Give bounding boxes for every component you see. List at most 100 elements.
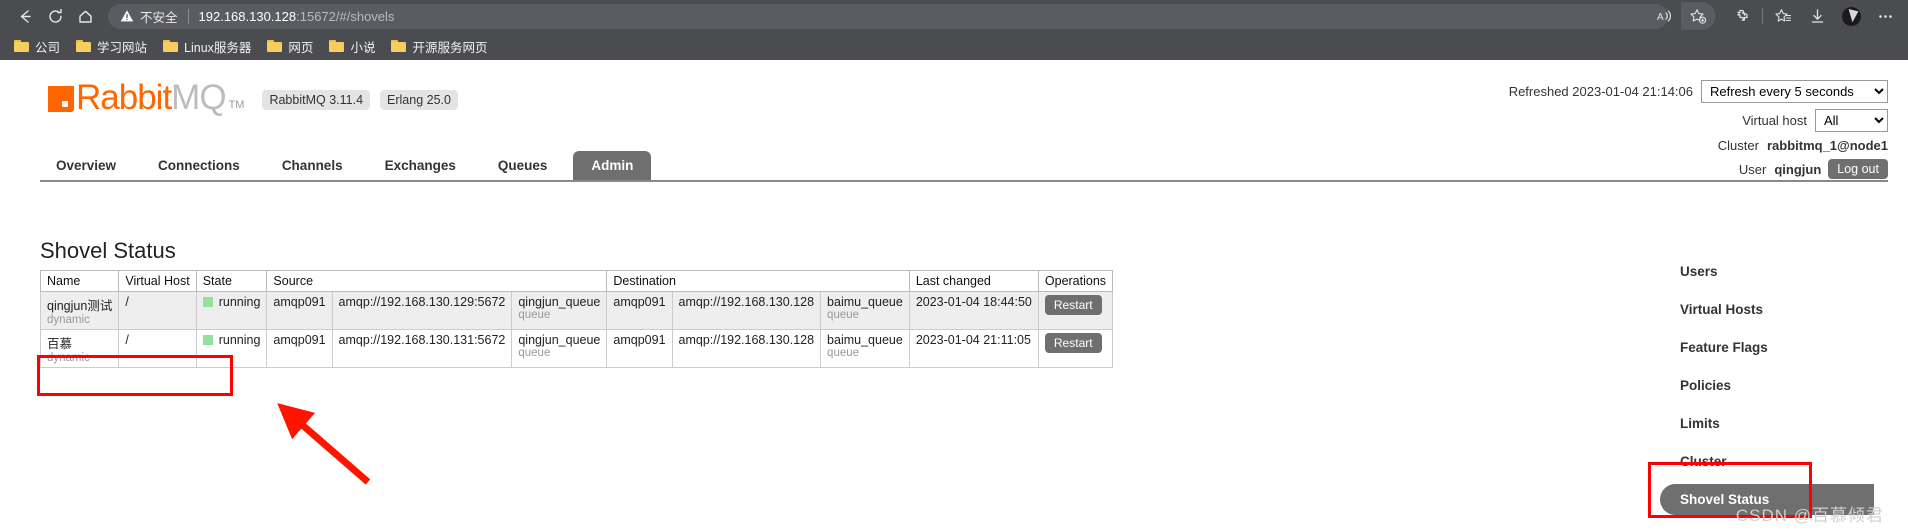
cell-source-queue: qingjun_queue queue	[511, 291, 608, 330]
cell-state: running	[195, 329, 268, 368]
tab-exchanges[interactable]: Exchanges	[369, 152, 472, 180]
col-destination[interactable]: Destination	[606, 270, 910, 292]
folder-icon	[267, 40, 283, 52]
col-virtual-host[interactable]: Virtual Host	[118, 270, 197, 292]
cell-name: 百慕 dynamic	[39, 329, 120, 368]
refresh-row: Refreshed 2023-01-04 21:14:06 Refresh ev…	[1509, 80, 1888, 103]
cell-last-changed: 2023-01-04 21:11:05	[908, 329, 1039, 368]
bookmark-label: 网页	[288, 40, 314, 55]
logo-tm-mark: TM	[228, 99, 245, 111]
shovel-name-sub: dynamic	[47, 314, 90, 326]
home-icon[interactable]	[70, 2, 100, 30]
downloads-icon[interactable]	[1800, 2, 1834, 30]
tab-channels[interactable]: Channels	[266, 152, 359, 180]
bookmark-label: 公司	[35, 40, 61, 55]
add-favorite-icon[interactable]	[1681, 2, 1715, 30]
reload-icon[interactable]	[40, 2, 70, 30]
bookmark-item[interactable]: 小说	[325, 35, 383, 58]
bookmark-item[interactable]: 学习网站	[72, 35, 155, 58]
not-secure-warning-icon	[120, 9, 134, 23]
read-aloud-icon[interactable]: A	[1647, 2, 1681, 30]
state-indicator-icon	[202, 296, 213, 307]
sidebar-item-policies[interactable]: Policies	[1660, 370, 1908, 401]
tab-queues[interactable]: Queues	[482, 152, 564, 180]
sidebar-item-virtual-hosts[interactable]: Virtual Hosts	[1660, 294, 1908, 325]
rabbitmq-logo[interactable]: RabbitMQ TM RabbitMQ 3.11.4 Erlang 25.0	[48, 80, 468, 115]
profile-avatar[interactable]	[1834, 2, 1868, 30]
vhost-row: Virtual host All	[1509, 109, 1888, 132]
bookmark-item[interactable]: 开源服务网页	[387, 35, 495, 58]
url-path: :15672/#/shovels	[296, 8, 395, 24]
col-source[interactable]: Source	[266, 270, 608, 292]
restart-button[interactable]: Restart	[1044, 333, 1102, 353]
address-bar[interactable]: 不安全 192.168.130.128:15672/#/shovels	[108, 3, 1668, 29]
settings-more-icon[interactable]	[1868, 2, 1902, 30]
col-last-changed[interactable]: Last changed	[908, 270, 1039, 292]
cluster-label: Cluster	[1717, 138, 1759, 153]
favorites-icon[interactable]	[1766, 2, 1800, 30]
table-row[interactable]: 百慕 dynamic / running amqp091 amqp://192.…	[39, 329, 1114, 368]
sidebar-item-feature-flags[interactable]: Feature Flags	[1660, 332, 1908, 363]
folder-icon	[163, 40, 179, 52]
cell-name: qingjun测试 dynamic	[39, 291, 120, 330]
folder-icon	[391, 40, 407, 52]
shovel-name-sub: dynamic	[47, 352, 90, 364]
dest-queue-name: baimu_queue	[827, 295, 903, 309]
erlang-version-badge: Erlang 25.0	[380, 90, 458, 110]
url-text: 192.168.130.128:15672/#/shovels	[199, 9, 395, 24]
logo-mq-text: MQ	[171, 78, 226, 117]
cluster-value: rabbitmq_1@node1	[1766, 138, 1888, 153]
back-arrow-icon[interactable]	[10, 2, 40, 30]
csdn-watermark: CSDN @百慕倾君	[1735, 506, 1884, 525]
col-operations: Operations	[1037, 270, 1114, 292]
browser-toolbar-actions: A	[1647, 0, 1902, 32]
bookmark-item[interactable]: 网页	[263, 35, 321, 58]
url-host: 192.168.130.128	[198, 8, 297, 24]
col-state[interactable]: State	[195, 270, 268, 292]
bookmark-item[interactable]: Linux服务器	[159, 35, 259, 58]
vhost-label: Virtual host	[1742, 113, 1807, 128]
browser-chrome: 不安全 192.168.130.128:15672/#/shovels A 公司…	[0, 0, 1908, 60]
col-name[interactable]: Name	[39, 270, 120, 292]
source-queue-name: qingjun_queue	[518, 333, 601, 347]
folder-icon	[14, 40, 29, 52]
table-head: Name Virtual Host State Source Destinati…	[39, 270, 1114, 292]
sidebar-item-cluster[interactable]: Cluster	[1660, 446, 1908, 477]
admin-sidebar: Users Virtual Hosts Feature Flags Polici…	[1660, 256, 1908, 532]
refresh-interval-select[interactable]: Refresh every 5 seconds	[1701, 80, 1888, 103]
rabbitmq-management-page: RabbitMQ TM RabbitMQ 3.11.4 Erlang 25.0 …	[0, 60, 1908, 532]
bookmark-label: 学习网站	[97, 40, 148, 55]
table-row[interactable]: qingjun测试 dynamic / running amqp091 amqp…	[39, 291, 1114, 330]
cell-last-changed: 2023-01-04 18:44:50	[908, 291, 1039, 330]
shovel-name: qingjun测试	[47, 299, 113, 313]
tab-admin[interactable]: Admin	[573, 151, 652, 180]
table-header-row: Name Virtual Host State Source Destinati…	[39, 270, 1114, 292]
folder-icon	[329, 40, 345, 52]
sidebar-item-limits[interactable]: Limits	[1660, 408, 1908, 439]
svg-text:A: A	[1657, 12, 1664, 23]
cell-source-queue: qingjun_queue queue	[511, 329, 608, 368]
table-body: qingjun测试 dynamic / running amqp091 amqp…	[39, 291, 1114, 368]
cell-operations: Restart	[1037, 329, 1114, 368]
bookmark-item[interactable]: 公司	[10, 35, 68, 58]
sidebar-item-users[interactable]: Users	[1660, 256, 1908, 287]
extensions-icon[interactable]	[1725, 2, 1759, 30]
rabbitmq-logo-icon	[48, 86, 74, 112]
cluster-row: Cluster rabbitmq_1@node1	[1509, 138, 1888, 153]
rabbitmq-version-badge: RabbitMQ 3.11.4	[262, 90, 371, 110]
tab-connections[interactable]: Connections	[142, 152, 256, 180]
shovel-name: 百慕	[47, 337, 73, 351]
cell-source-protocol: amqp091	[266, 291, 333, 330]
source-queue-type: queue	[518, 347, 551, 359]
vhost-select[interactable]: All	[1815, 109, 1888, 132]
avatar	[1841, 6, 1861, 26]
page-title: Shovel Status	[40, 238, 176, 263]
tab-overview[interactable]: Overview	[40, 152, 132, 180]
state-indicator-icon	[202, 334, 213, 345]
cell-dest-uri: amqp://192.168.130.128	[671, 329, 822, 368]
cell-state: running	[195, 291, 268, 330]
cell-source-uri: amqp://192.168.130.129:5672	[331, 291, 513, 330]
restart-button[interactable]: Restart	[1044, 295, 1102, 315]
cell-dest-queue: baimu_queue queue	[820, 291, 910, 330]
refreshed-text: Refreshed 2023-01-04 21:14:06	[1508, 84, 1693, 99]
